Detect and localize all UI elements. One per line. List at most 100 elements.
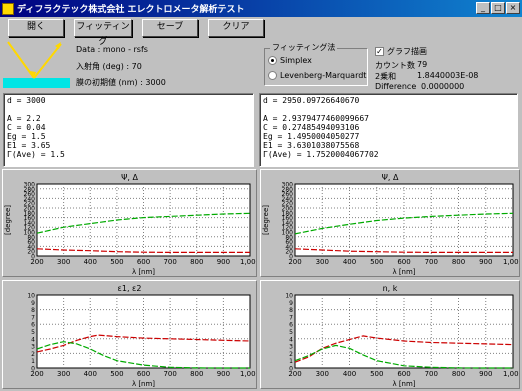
text-line: E1 = 3.6301038075568 (263, 141, 360, 150)
x-tick-label: 400 (343, 258, 356, 266)
x-tick-label: 1,000 (503, 258, 519, 266)
radio-simplex-label: Simplex (280, 56, 312, 65)
y-axis-label: [degree] (262, 205, 270, 235)
x-tick-label: 1,000 (240, 370, 256, 378)
chart-n-k: n, k2003004005006007008009001,0000123456… (260, 280, 520, 389)
save-button[interactable]: セーブ (142, 19, 198, 37)
y-tick-label: 0 (289, 366, 293, 373)
x-tick-label: 300 (57, 370, 70, 378)
fitted-params-textarea[interactable]: d = 2950.09726640670 A = 2.9379477460099… (259, 93, 518, 167)
fitting-method-label: フィッティング法 (270, 42, 338, 53)
x-tick-label: 600 (137, 370, 150, 378)
initial-params-textarea[interactable]: d = 3000 A = 2.2 C = 0.04 Eg = 1.5 E1 = … (3, 93, 254, 167)
graph-display-label: グラフ描画 (387, 47, 427, 56)
y-tick-label: 1 (31, 358, 35, 365)
y-tick-label: 0 (31, 366, 35, 373)
fitting-button[interactable]: フィッティング (74, 19, 132, 47)
title-bar: ディフラクテック株式会社 エレクトロメータ解析テスト _ □ × (0, 0, 522, 17)
y-tick-label: 5 (289, 329, 293, 336)
text-line: Γ(Ave) = 1.7520004067702 (263, 150, 379, 159)
text-line: C = 0.04 (7, 123, 46, 132)
x-tick-label: 700 (163, 258, 176, 266)
x-tick-label: 900 (479, 370, 492, 378)
radio-lm-indicator[interactable] (268, 71, 277, 80)
text-line: C = 0.27485494093106 (263, 123, 360, 132)
x-tick-label: 600 (397, 370, 410, 378)
radio-lm-label: Levenberg-Marquardt (280, 71, 367, 80)
x-tick-label: 1,000 (503, 370, 519, 378)
graph-display-checkbox[interactable]: ✓ (375, 47, 384, 56)
y-tick-label: 6 (289, 322, 293, 329)
y-tick-label: 9 (31, 300, 35, 307)
text-line: A = 2.2 (7, 114, 41, 123)
count-stat: カウント数 79 (375, 60, 427, 71)
y-tick-label: 7 (289, 314, 293, 321)
text-line (263, 105, 514, 114)
y-tick-label: 3 (31, 344, 35, 351)
text-line (7, 105, 250, 114)
minimize-button[interactable]: _ (476, 2, 490, 14)
radio-simplex-indicator[interactable] (268, 56, 277, 65)
x-tick-label: 600 (397, 258, 410, 266)
x-tick-label: 800 (190, 370, 203, 378)
chart-svg: ε1, ε22003004005006007008009001,00001234… (27, 284, 256, 388)
fitting-method-group (264, 48, 368, 86)
x-tick-label: 400 (84, 258, 97, 266)
radio-simplex[interactable]: Simplex (268, 56, 312, 65)
x-tick-label: 300 (316, 258, 329, 266)
text-line: d = 2950.09726640670 (263, 96, 360, 105)
x-tick-label: 800 (452, 258, 465, 266)
y-tick-label: 2 (289, 351, 293, 358)
chart-title: Ψ, Δ (121, 173, 138, 182)
radio-levenberg-marquardt[interactable]: Levenberg-Marquardt (268, 71, 366, 80)
x-tick-label: 300 (316, 370, 329, 378)
chart-svg: Ψ, Δ2003004005006007008009001,0000204060… (262, 173, 519, 276)
initial-thickness-label: 膜の初期値 (nm) : 3000 (76, 78, 166, 87)
text-line: Eg = 1.5 (7, 132, 46, 141)
x-tick-label: 700 (163, 370, 176, 378)
maximize-button[interactable]: □ (491, 2, 505, 14)
text-line: A = 2.9379477460099667 (263, 114, 369, 123)
x-tick-label: 800 (452, 370, 465, 378)
y-tick-label: 1 (289, 358, 293, 365)
x-axis-label: λ [nm] (392, 380, 415, 388)
difference-label: Difference (375, 82, 417, 91)
y-tick-label: 6 (31, 322, 35, 329)
y-tick-label: 300 (24, 182, 36, 189)
x-tick-label: 900 (217, 370, 230, 378)
reflection-illustration (3, 40, 70, 88)
chart-psi-delta-left: Ψ, Δ2003004005006007008009001,0000204060… (2, 169, 257, 277)
difference-stat: Difference 0.0000000 (375, 82, 464, 91)
reflection-diagram (3, 41, 70, 88)
chart-svg: n, k2003004005006007008009001,0000123456… (285, 284, 519, 388)
window-controls: _ □ × (476, 2, 520, 14)
y-tick-label: 10 (285, 293, 293, 300)
x-tick-label: 500 (110, 370, 123, 378)
y-tick-label: 2 (31, 351, 35, 358)
sum-stat: 2乗和 1.8440003E-08 (375, 71, 478, 82)
x-tick-label: 700 (425, 258, 438, 266)
text-line: d = 3000 (7, 96, 46, 105)
x-tick-label: 500 (110, 258, 123, 266)
toolbar: 開く フィッティング セーブ クリア (0, 17, 522, 47)
y-tick-label: 8 (289, 307, 293, 314)
x-tick-label: 600 (137, 258, 150, 266)
open-button[interactable]: 開く (8, 19, 64, 37)
y-axis-label: [degree] (4, 205, 12, 235)
x-tick-label: 500 (370, 370, 383, 378)
close-button[interactable]: × (506, 2, 520, 14)
count-value: 79 (417, 60, 428, 69)
x-tick-label: 900 (217, 258, 230, 266)
chart-title: ε1, ε2 (118, 284, 142, 293)
x-tick-label: 700 (425, 370, 438, 378)
y-tick-label: 10 (27, 293, 35, 300)
chart-psi-delta-right: Ψ, Δ2003004005006007008009001,0000204060… (260, 169, 520, 277)
text-line: Eg = 1.4950004050277 (263, 132, 360, 141)
data-file-label: Data : mono - rsfs (76, 45, 148, 54)
y-tick-label: 4 (31, 336, 35, 343)
text-line: E1 = 3.65 (7, 141, 51, 150)
graph-display-checkbox-row[interactable]: ✓ グラフ描画 (375, 46, 427, 57)
x-tick-label: 400 (343, 370, 356, 378)
clear-button[interactable]: クリア (208, 19, 264, 37)
difference-value: 0.0000000 (421, 82, 465, 91)
